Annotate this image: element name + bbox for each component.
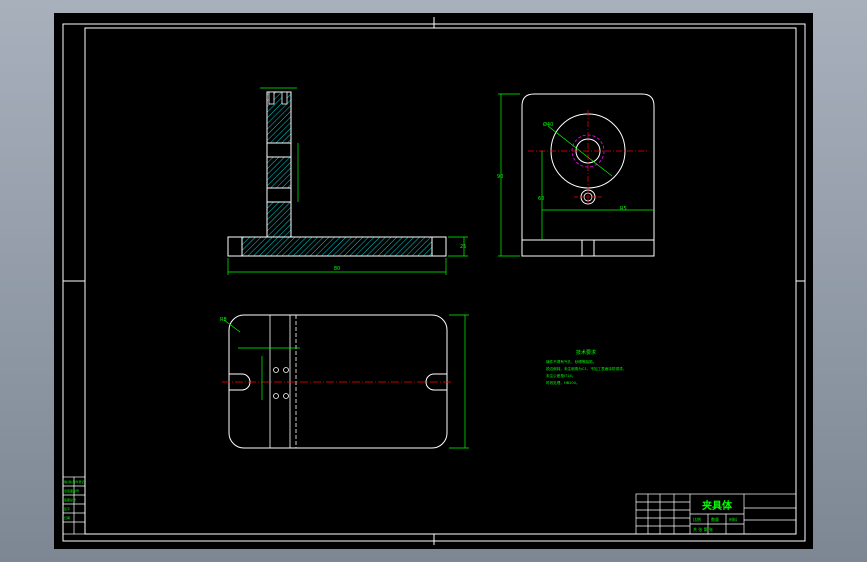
- paper: [54, 13, 813, 549]
- revision-row-3: 底图总号: [64, 497, 76, 502]
- scale-label: 比例: [693, 516, 701, 522]
- left-height-dim: 90: [497, 174, 503, 180]
- revision-row-2: 旧底图总号: [64, 488, 79, 493]
- tech-req-2: 锐边倒钝，未注倒角为C1，不加工表面涂防锈漆。: [546, 366, 626, 371]
- cad-viewport: 80 25 90 60 Ø40 R5 R8 技术要求 铸件不得有气孔、砂眼等缺陷…: [0, 0, 867, 562]
- front-width-dim: 80: [334, 266, 340, 272]
- top-height-dim: R8: [220, 317, 227, 323]
- revision-row-5: 日期: [64, 515, 70, 520]
- material-label: 材料: [729, 516, 737, 522]
- left-vertical-dim: 60: [538, 196, 544, 202]
- left-radius-dim: R5: [620, 206, 627, 212]
- revision-row-1: 借(通)用件登记: [64, 479, 84, 484]
- revision-row-4: 签字: [64, 506, 70, 511]
- tech-requirements-title: 技术要求: [576, 349, 596, 356]
- left-diameter-dim: Ø40: [543, 121, 553, 128]
- qty-label: 数量: [711, 516, 719, 522]
- part-name: 夹具体: [702, 499, 733, 512]
- drawing-sheet: 80 25 90 60 Ø40 R5 R8 技术要求 铸件不得有气孔、砂眼等缺陷…: [54, 13, 813, 549]
- tech-req-3: 未注公差按IT14。: [546, 373, 575, 378]
- front-height-dim: 25: [460, 244, 466, 250]
- sheet-label: 共 张 第 张: [693, 526, 713, 532]
- tech-req-4: 时效处理，HB200。: [546, 380, 580, 385]
- tech-req-1: 铸件不得有气孔、砂眼等缺陷。: [546, 359, 596, 364]
